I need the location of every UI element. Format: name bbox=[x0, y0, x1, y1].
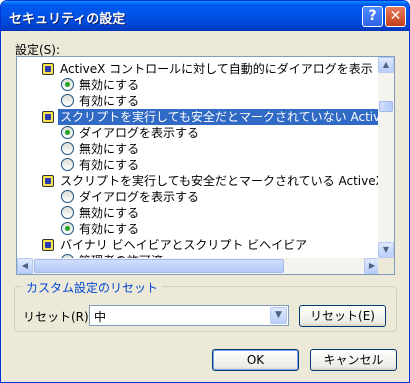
scroll-down-button[interactable]: ▼ bbox=[378, 242, 394, 258]
settings-category-icon bbox=[42, 175, 54, 187]
tree-row-label: ActiveX コントロールに対して自動的にダイアログを表示 bbox=[60, 62, 373, 76]
scroll-corner bbox=[378, 258, 394, 274]
vertical-scroll-thumb[interactable] bbox=[379, 101, 393, 112]
tree-row-label: 有効にする bbox=[79, 222, 140, 236]
settings-category-icon bbox=[42, 111, 54, 123]
tree-row-label: 有効にする bbox=[79, 94, 140, 108]
tree-row-label: 無効にする bbox=[79, 206, 140, 220]
security-settings-dialog: セキュリティの設定 ? ✕ 設定(S): ActiveX コントロールに対して自… bbox=[0, 0, 410, 383]
radio-checked-icon[interactable] bbox=[61, 126, 74, 139]
chevron-down-icon[interactable]: ▼ bbox=[270, 307, 287, 324]
horizontal-scroll-thumb[interactable] bbox=[34, 259, 284, 273]
tree-row-label: スクリプトを実行しても安全だとマークされている ActiveX コントロール bbox=[60, 174, 380, 188]
radio-unchecked-icon[interactable] bbox=[61, 206, 74, 219]
tree-row-label: ダイアログを表示する bbox=[79, 190, 200, 204]
title-bar[interactable]: セキュリティの設定 ? ✕ bbox=[1, 1, 409, 31]
reset-level-value: 中 bbox=[94, 310, 107, 324]
settings-category-icon bbox=[42, 63, 54, 75]
cancel-button[interactable]: キャンセル bbox=[310, 349, 397, 371]
reset-level-select[interactable]: 中 ▼ bbox=[89, 305, 289, 326]
reset-button[interactable]: リセット(E) bbox=[299, 305, 386, 327]
radio-unchecked-icon[interactable] bbox=[61, 142, 74, 155]
radio-unchecked-icon[interactable] bbox=[61, 190, 74, 203]
window-title: セキュリティの設定 bbox=[9, 12, 126, 27]
tree-row-label: 無効にする bbox=[79, 142, 140, 156]
tree-row-label: 無効にする bbox=[79, 78, 140, 92]
tree-row-label: 有効にする bbox=[79, 158, 140, 172]
scroll-up-button[interactable]: ▲ bbox=[378, 57, 394, 73]
tree-row-label: バイナリ ビヘイビアとスクリプト ビヘイビア bbox=[60, 238, 308, 252]
ok-button[interactable]: OK bbox=[212, 349, 299, 371]
tree-row-label: ダイアログを表示する bbox=[79, 126, 200, 140]
settings-tree-content: ActiveX コントロールに対して自動的にダイアログを表示 無効にする 有効にする… bbox=[17, 57, 380, 258]
radio-unchecked-icon[interactable] bbox=[61, 158, 74, 171]
radio-unchecked-icon[interactable] bbox=[61, 94, 74, 107]
reset-level-label: リセット(R): bbox=[23, 310, 93, 324]
horizontal-scrollbar[interactable]: ◀ ▶ bbox=[17, 258, 380, 274]
vertical-scrollbar[interactable]: ▲ ▼ bbox=[378, 57, 394, 258]
close-button[interactable]: ✕ bbox=[385, 6, 406, 27]
radio-checked-icon[interactable] bbox=[61, 78, 74, 91]
help-button[interactable]: ? bbox=[362, 6, 383, 27]
settings-tree[interactable]: ActiveX コントロールに対して自動的にダイアログを表示 無効にする 有効にする… bbox=[16, 56, 395, 275]
settings-category-icon bbox=[42, 239, 54, 251]
tree-row-label: スクリプトを実行しても安全だとマークされていない ActiveX コントロー bbox=[58, 109, 380, 125]
scroll-left-button[interactable]: ◀ bbox=[17, 258, 33, 274]
reset-group-legend: カスタム設定のリセット bbox=[22, 279, 163, 296]
radio-checked-icon[interactable] bbox=[61, 222, 74, 235]
